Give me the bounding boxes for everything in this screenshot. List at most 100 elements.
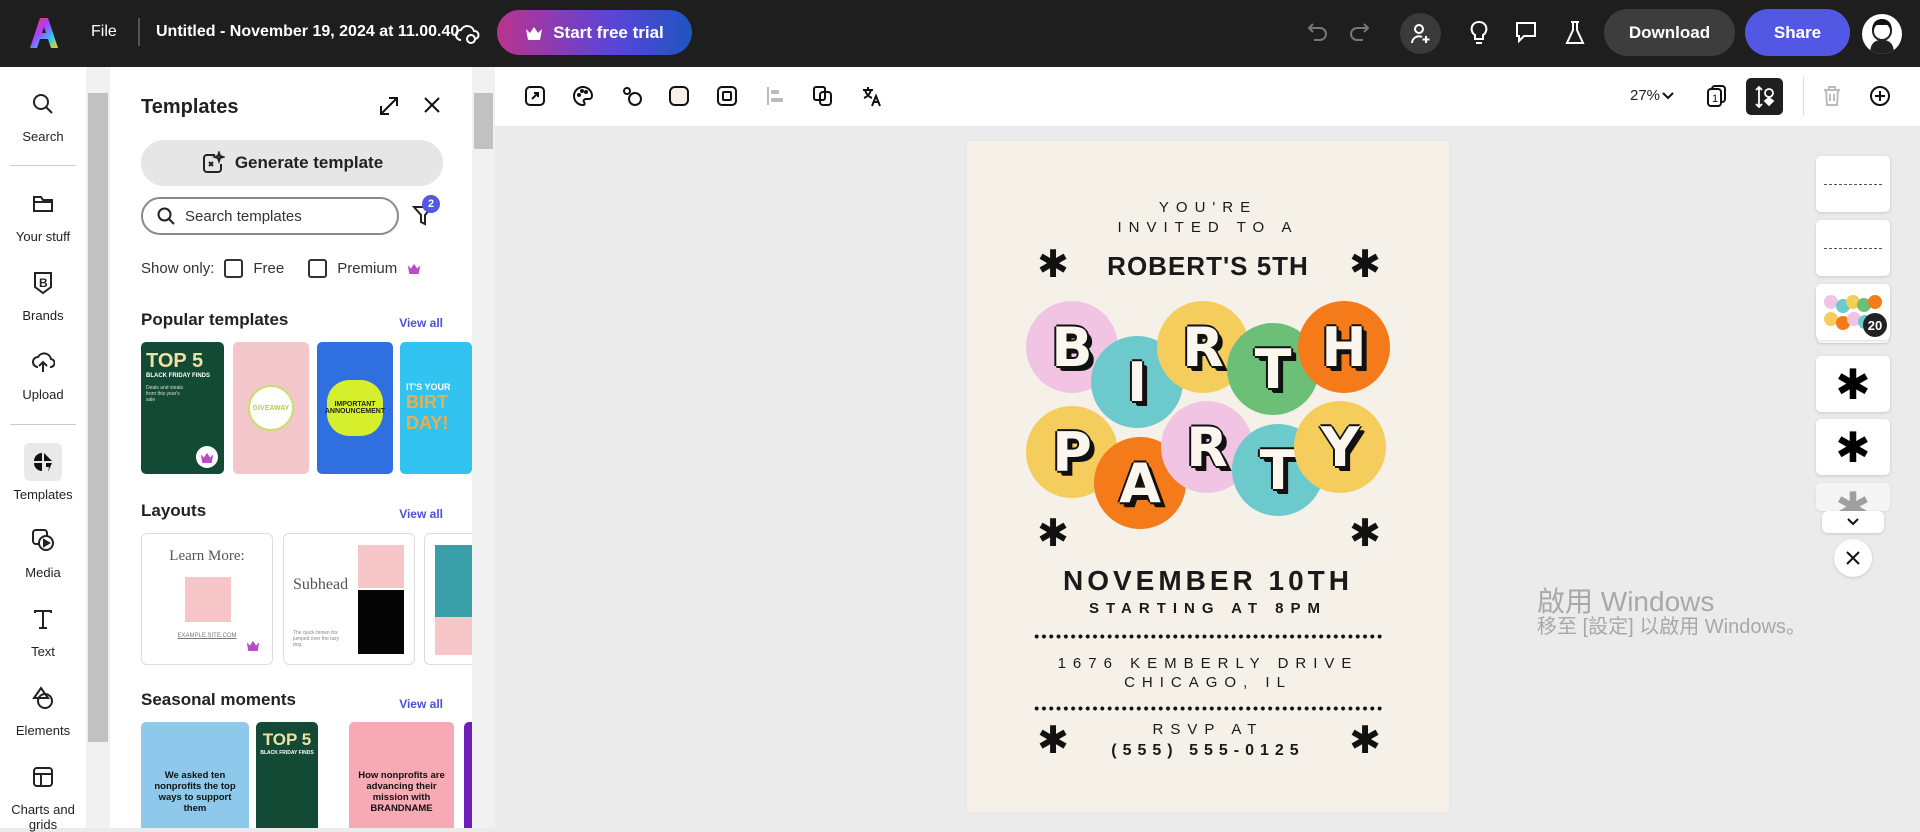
premium-crown-icon <box>407 263 421 274</box>
background-color-icon[interactable] <box>668 85 690 107</box>
cloud-sync-icon[interactable] <box>454 21 480 45</box>
top-bar: File Untitled - November 19, 2024 at 11.… <box>0 0 1920 67</box>
template-thumbnail[interactable]: GIVEAWAY <box>233 342 309 474</box>
share-button[interactable]: Share <box>1745 9 1850 56</box>
chevron-down-icon[interactable] <box>1661 88 1675 102</box>
layer-thumbnail[interactable]: ✱ <box>1816 419 1890 475</box>
divider <box>138 18 140 46</box>
rail-scrollbar[interactable] <box>86 67 110 828</box>
undo-icon[interactable] <box>1306 20 1330 46</box>
redo-icon[interactable] <box>1347 20 1371 46</box>
lightbulb-icon[interactable] <box>1468 20 1490 46</box>
layer-thumbnail[interactable]: ✱ <box>1816 356 1890 412</box>
layout-thumbnail[interactable] <box>424 533 472 665</box>
adobe-express-logo-icon[interactable] <box>30 16 58 50</box>
rail-item-text[interactable]: Text <box>0 600 86 659</box>
rail-item-search[interactable]: Search <box>0 85 86 144</box>
shape-replace-icon[interactable] <box>621 85 643 107</box>
start-free-trial-button[interactable]: Start free trial <box>497 10 692 55</box>
document-title[interactable]: Untitled - November 19, 2024 at 11.00.40 <box>156 23 459 41</box>
flask-icon[interactable] <box>1564 20 1586 46</box>
panel-scrollbar[interactable] <box>472 67 495 828</box>
user-avatar[interactable] <box>1862 14 1902 54</box>
border-icon[interactable] <box>716 85 738 107</box>
rail-item-elements[interactable]: Elements <box>0 679 86 738</box>
comment-icon[interactable] <box>1514 20 1538 46</box>
flower-icon[interactable]: ✱ <box>1037 722 1069 760</box>
search-templates-input[interactable]: Search templates <box>141 197 399 235</box>
dotted-divider[interactable] <box>1033 634 1383 639</box>
download-button[interactable]: Download <box>1604 9 1735 56</box>
rail-label: Search <box>22 129 64 144</box>
close-icon[interactable] <box>423 96 441 114</box>
pages-icon[interactable]: 1 <box>1706 84 1728 108</box>
invitation-page[interactable]: YOU'RE INVITED TO A ROBERT'S 5TH ✱ ✱ BIR… <box>967 141 1449 812</box>
file-menu[interactable]: File <box>91 23 117 41</box>
rail-item-upload[interactable]: Upload <box>0 343 86 402</box>
balloon-letter-h[interactable]: H <box>1298 301 1390 393</box>
balloon-letter-y[interactable]: Y <box>1294 401 1386 493</box>
template-thumbnail[interactable] <box>464 722 472 828</box>
address-text[interactable]: 1676 KEMBERLY DRIVE <box>967 655 1449 672</box>
zoom-level[interactable]: 27% <box>1630 87 1660 104</box>
canvas-toolbar: 27% 1 <box>495 67 1920 126</box>
generate-template-button[interactable]: Generate template <box>141 140 443 186</box>
flower-icon[interactable]: ✱ <box>1349 722 1381 760</box>
date-text[interactable]: NOVEMBER 10TH <box>967 565 1449 597</box>
layout-image <box>435 617 472 655</box>
template-thumbnail[interactable]: IMPORTANT ANNOUNCEMENT <box>317 342 393 474</box>
template-thumbnail[interactable]: We asked ten nonprofits the top ways to … <box>141 722 249 828</box>
premium-checkbox[interactable] <box>308 259 328 278</box>
scrollbar-thumb[interactable] <box>88 93 108 742</box>
svg-text:B: B <box>39 276 48 290</box>
view-all-link[interactable]: View all <box>399 507 443 521</box>
duplicate-pages-icon[interactable] <box>812 85 834 107</box>
flower-icon[interactable]: ✱ <box>1349 515 1381 553</box>
template-thumbnail[interactable]: TOP 5 BLACK FRIDAY FINDS Deals and steal… <box>141 342 224 474</box>
view-all-link[interactable]: View all <box>399 316 443 330</box>
layers-button[interactable] <box>1746 78 1783 115</box>
add-icon[interactable] <box>1869 85 1891 107</box>
invite-collaborator-button[interactable] <box>1400 13 1441 54</box>
close-layers-button[interactable] <box>1834 539 1872 577</box>
invited-text[interactable]: INVITED TO A <box>967 219 1449 236</box>
youre-text[interactable]: YOU'RE <box>967 199 1449 216</box>
layout-text: Subhead <box>293 576 349 593</box>
rail-item-charts-and-grids[interactable]: Charts and grids <box>0 758 86 832</box>
flower-icon[interactable]: ✱ <box>1037 515 1069 553</box>
city-text[interactable]: CHICAGO, IL <box>967 674 1449 691</box>
scroll-layers-down-button[interactable] <box>1822 511 1884 533</box>
rail-item-brands[interactable]: B Brands <box>0 264 86 323</box>
layer-thumbnail[interactable]: ✱ <box>1816 483 1890 511</box>
palette-icon[interactable] <box>572 85 594 107</box>
template-thumbnail[interactable]: How nonprofits are advancing their missi… <box>349 722 454 828</box>
flower-icon[interactable]: ✱ <box>1349 246 1381 284</box>
layout-image <box>358 590 404 654</box>
scrollbar-thumb[interactable] <box>474 93 493 149</box>
layout-thumbnail[interactable]: Subhead The quick brown fox jumped over … <box>283 533 415 665</box>
rail-item-templates[interactable]: Templates <box>0 443 86 502</box>
time-text[interactable]: STARTING AT 8PM <box>967 600 1449 617</box>
dotted-divider[interactable] <box>1033 706 1383 711</box>
layout-image <box>435 545 472 617</box>
layer-thumbnail[interactable] <box>1816 220 1890 276</box>
layer-group-thumbnail[interactable]: 20 <box>1816 284 1890 340</box>
flower-icon[interactable]: ✱ <box>1037 246 1069 284</box>
premium-crown-icon <box>242 634 264 656</box>
template-thumbnail[interactable]: IT'S YOUR BIRT DAY! <box>400 342 472 474</box>
free-checkbox[interactable] <box>224 259 244 278</box>
dotted-line-preview <box>1824 247 1882 249</box>
rail-label: Media <box>25 565 61 580</box>
align-icon[interactable] <box>764 85 786 107</box>
trash-icon[interactable] <box>1822 85 1842 107</box>
layout-thumbnail[interactable]: Learn More: EXAMPLE.SITE.COM <box>141 533 273 665</box>
premium-crown-icon <box>196 446 218 468</box>
view-all-link[interactable]: View all <box>399 697 443 711</box>
translate-icon[interactable] <box>861 85 883 107</box>
resize-icon[interactable] <box>524 85 546 107</box>
expand-icon[interactable] <box>377 94 401 118</box>
template-thumbnail[interactable]: TOP 5 BLACK FRIDAY FINDS <box>256 722 318 828</box>
layer-thumbnail[interactable] <box>1816 156 1890 212</box>
rail-item-media[interactable]: Media <box>0 521 86 580</box>
rail-item-your-stuff[interactable]: Your stuff <box>0 185 86 244</box>
